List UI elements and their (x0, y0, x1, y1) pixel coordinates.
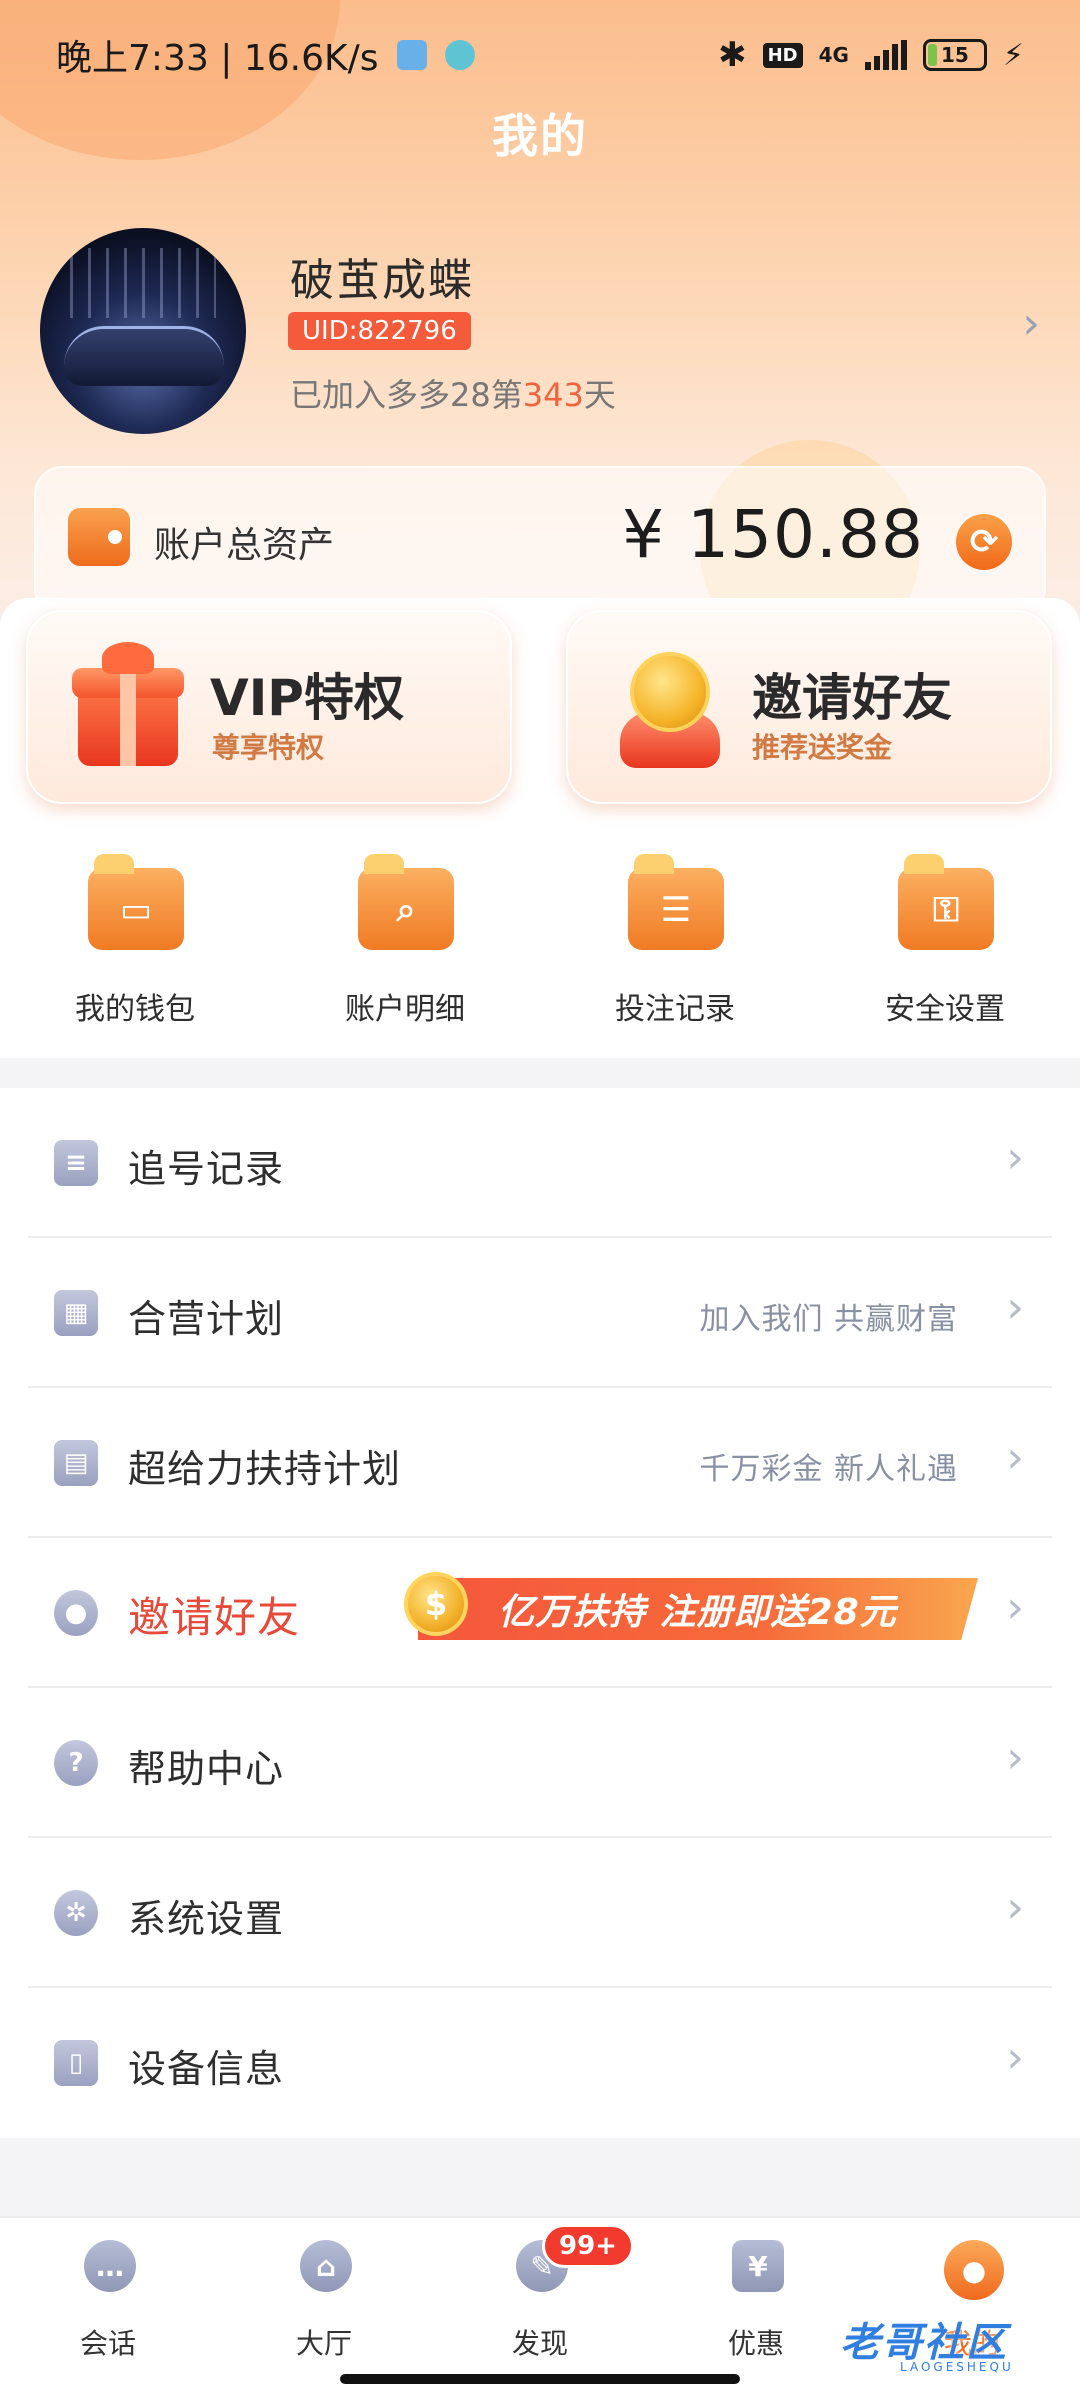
chevron-right-icon: › (1006, 1282, 1024, 1333)
menu-item-label: 设备信息 (128, 2047, 285, 2091)
chat-icon: … (84, 2240, 136, 2292)
user-icon: ● (944, 2240, 1004, 2300)
quick-action-label: 我的钱包 (75, 992, 195, 1027)
document-icon: ☰ (628, 854, 724, 950)
menu-item-label: 邀请好友 (128, 1593, 301, 1642)
charging-icon: ⚡ (1002, 37, 1024, 73)
quick-action-wallet[interactable]: ▭ 我的钱包 (0, 854, 270, 1036)
quick-action-label: 账户明细 (345, 992, 465, 1027)
coupon-icon: ¥ (732, 2240, 784, 2292)
help-icon: ? (54, 1740, 98, 1786)
avatar[interactable] (40, 228, 246, 434)
menu-item-help-center[interactable]: ? 帮助中心 › (28, 1688, 1052, 1838)
promo-title: VIP特权 (210, 669, 404, 727)
status-time-speed: 晚上7:33 | 16.6K/s (56, 38, 379, 79)
battery-level: 15 (941, 43, 969, 67)
qr-code-icon: ▦ (54, 1290, 98, 1336)
coin-icon: $ (404, 1572, 468, 1636)
watermark-sub: LAOGESHEQU (900, 2360, 1014, 2374)
tab-lobby[interactable]: ⌂ 大厅 (216, 2236, 432, 2366)
menu-item-invite-friends[interactable]: ● 邀请好友 亿万扶持 注册即送28元 $ › (28, 1538, 1052, 1688)
menu-item-desc: 千万彩金 新人礼遇 (699, 1452, 958, 1487)
menu-item-label: 超给力扶持计划 (128, 1447, 402, 1491)
notification-app-icon (444, 40, 475, 70)
menu-item-label: 合营计划 (128, 1297, 285, 1341)
menu-item-system-settings[interactable]: ✲ 系统设置 › (28, 1838, 1052, 1988)
menu-item-desc: 加入我们 共赢财富 (699, 1302, 958, 1337)
menu-item-label: 帮助中心 (128, 1747, 285, 1791)
chevron-right-icon: › (1006, 1132, 1024, 1183)
chevron-right-icon: › (1006, 1582, 1024, 1633)
promo-subtitle: 尊享特权 (212, 731, 325, 764)
status-bar: 晚上7:33 | 16.6K/s ✱ HD 4G 15 ⚡ (0, 0, 1080, 110)
tab-label: 发现 (511, 2327, 568, 2360)
menu-list: ≡ 追号记录 › ▦ 合营计划 加入我们 共赢财富 › ▤ 超给力扶持计划 千万… (0, 1088, 1080, 2138)
tab-label: 大厅 (295, 2327, 352, 2360)
chevron-right-icon: › (1006, 1732, 1024, 1783)
refresh-button[interactable]: ⟳ (956, 514, 1012, 570)
notification-badge: 99+ (542, 2224, 634, 2268)
user-icon: ● (54, 1590, 98, 1636)
phone-icon: ▯ (54, 2040, 98, 2086)
invite-friends-card[interactable]: 邀请好友 推荐送奖金 (566, 610, 1052, 804)
vip-privilege-card[interactable]: VIP特权 尊享特权 (26, 610, 512, 804)
uid-badge: UID:822796 (288, 312, 471, 350)
tab-offers[interactable]: ¥ 优惠 (648, 2236, 864, 2366)
menu-item-label: 追号记录 (128, 1147, 285, 1191)
promo-subtitle: 推荐送奖金 (752, 731, 893, 764)
asset-amount: ¥ 150.88 (622, 496, 924, 573)
joined-days-text: 已加入多多28第343天 (290, 376, 616, 414)
wallet-icon: ▭ (88, 854, 184, 950)
invite-promo-banner[interactable]: 亿万扶持 注册即送28元 (418, 1578, 978, 1640)
coin-hand-icon (612, 642, 722, 772)
tab-label: 会话 (79, 2327, 136, 2360)
tab-chat[interactable]: … 会话 (0, 2236, 216, 2366)
menu-item-label: 系统设置 (128, 1897, 285, 1941)
hd-icon: HD (762, 42, 803, 68)
menu-item-chase-records[interactable]: ≡ 追号记录 › (28, 1088, 1052, 1238)
tab-label: 优惠 (727, 2327, 784, 2360)
username: 破茧成蝶 (290, 255, 474, 306)
key-icon: ⚿ (898, 854, 994, 950)
notification-app-icon (396, 40, 427, 70)
bluetooth-icon: ✱ (718, 35, 747, 75)
gear-icon: ✲ (54, 1890, 98, 1936)
gift-icon (72, 642, 184, 772)
promo-title: 邀请好友 (752, 669, 952, 727)
chevron-right-icon: › (1006, 1432, 1024, 1483)
network-type: 4G (818, 43, 849, 67)
gift-icon: ▤ (54, 1440, 98, 1486)
profile-section[interactable]: 破茧成蝶 UID:822796 已加入多多28第343天 › (40, 228, 1040, 434)
chevron-right-icon[interactable]: › (1022, 298, 1040, 349)
quick-action-bet-records[interactable]: ☰ 投注记录 (540, 854, 810, 1036)
menu-item-device-info[interactable]: ▯ 设备信息 › (28, 1988, 1052, 2138)
chevron-right-icon: › (1006, 2032, 1024, 2083)
home-indicator[interactable] (340, 2374, 740, 2384)
menu-item-partnership[interactable]: ▦ 合营计划 加入我们 共赢财富 › (28, 1238, 1052, 1388)
bank-icon: ⌂ (300, 2240, 352, 2292)
wallet-icon (68, 508, 130, 566)
quick-action-account-details[interactable]: ⌕ 账户明细 (270, 854, 540, 1036)
page-title: 我的 (492, 109, 588, 163)
refresh-icon: ⟳ (969, 522, 999, 562)
chevron-right-icon: › (1006, 1882, 1024, 1933)
signal-icon (864, 40, 907, 70)
asset-label: 账户总资产 (154, 525, 335, 566)
menu-item-support-plan[interactable]: ▤ 超给力扶持计划 千万彩金 新人礼遇 › (28, 1388, 1052, 1538)
quick-action-label: 投注记录 (615, 992, 735, 1027)
asset-card: 账户总资产 ¥ 150.88 ⟳ (34, 466, 1046, 616)
quick-action-label: 安全设置 (885, 992, 1005, 1027)
battery-icon: 15 (922, 39, 987, 71)
list-icon: ≡ (54, 1140, 98, 1186)
quick-action-security[interactable]: ⚿ 安全设置 (810, 854, 1080, 1036)
joined-days-count: 343 (522, 376, 584, 414)
search-icon: ⌕ (358, 854, 454, 950)
